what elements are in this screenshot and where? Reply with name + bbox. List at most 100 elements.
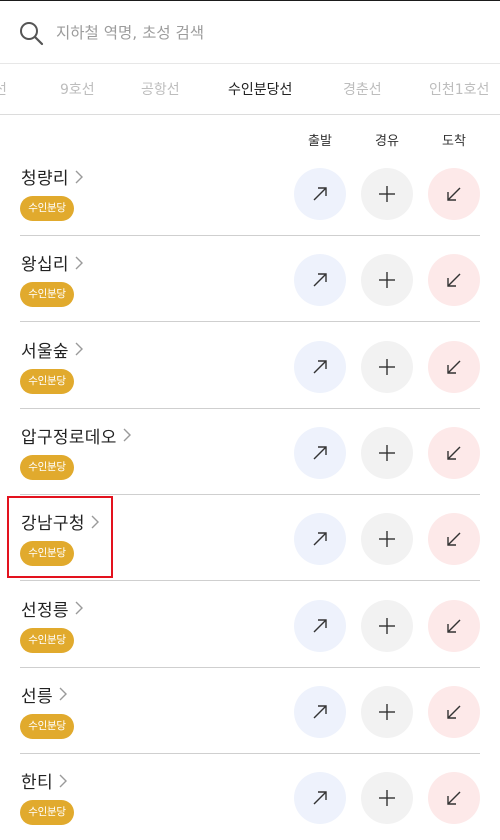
- chevron-right-icon: [59, 687, 67, 701]
- column-header-departure: 출발: [308, 134, 332, 149]
- tab-gyeongchun-line[interactable]: 경춘선: [343, 79, 382, 99]
- departure-button[interactable]: [294, 772, 346, 825]
- line-badge: 수인분당: [20, 541, 74, 567]
- arrival-button[interactable]: [428, 426, 480, 479]
- via-button[interactable]: [361, 513, 413, 566]
- station-name: 서울숲: [21, 341, 69, 362]
- column-header-arrival: 도착: [442, 134, 466, 149]
- arrival-button[interactable]: [428, 254, 480, 307]
- station-row: 강남구청수인분당: [0, 495, 500, 582]
- chevron-right-icon: [123, 428, 131, 442]
- tab-airport-line[interactable]: 공항선: [141, 79, 180, 99]
- arrow-down-left-icon: [447, 187, 461, 201]
- line-badge: 수인분당: [20, 368, 74, 394]
- tab-line-partial[interactable]: 선: [0, 79, 7, 99]
- station-name-link[interactable]: 강남구청: [21, 509, 100, 534]
- search-icon[interactable]: [18, 20, 44, 46]
- arrival-button[interactable]: [428, 772, 480, 825]
- via-button[interactable]: [361, 599, 413, 652]
- column-header-via: 경유: [375, 134, 399, 149]
- arrow-down-left-icon: [447, 705, 461, 719]
- arrow-down-left-icon: [447, 446, 461, 460]
- chevron-right-icon: [75, 170, 83, 183]
- arrow-up-right-icon: [313, 446, 327, 460]
- via-button[interactable]: [361, 772, 413, 825]
- station-row: 선정릉수인분당: [0, 582, 500, 668]
- via-button[interactable]: [361, 426, 413, 479]
- departure-button[interactable]: [294, 599, 346, 652]
- chevron-right-icon: [91, 515, 99, 529]
- chevron-right-icon: [75, 342, 83, 356]
- station-row: 청량리수인분당: [0, 150, 500, 236]
- via-button[interactable]: [361, 254, 413, 307]
- station-name: 선릉: [21, 686, 53, 707]
- station-name: 압구정로데오: [21, 427, 117, 448]
- line-badge: 수인분당: [20, 454, 74, 480]
- station-name: 청량리: [21, 169, 69, 189]
- line-badge: 수인분당: [20, 196, 74, 221]
- station-name: 왕십리: [21, 255, 69, 276]
- tab-line-9[interactable]: 9호선: [60, 79, 95, 99]
- station-name: 한티: [21, 773, 53, 794]
- plus-icon: [379, 531, 395, 548]
- arrow-up-right-icon: [313, 187, 327, 201]
- station-name-link[interactable]: 청량리: [21, 164, 84, 189]
- plus-icon: [379, 617, 395, 634]
- via-button[interactable]: [361, 340, 413, 393]
- station-name-link[interactable]: 서울숲: [21, 337, 84, 362]
- plus-icon: [379, 358, 395, 375]
- line-badge: 수인분당: [20, 282, 74, 308]
- station-name-link[interactable]: 한티: [21, 768, 68, 793]
- arrow-down-left-icon: [447, 360, 461, 374]
- arrow-up-right-icon: [313, 791, 327, 805]
- arrival-button[interactable]: [428, 685, 480, 738]
- arrow-down-left-icon: [447, 532, 461, 546]
- plus-icon: [379, 272, 395, 289]
- departure-button[interactable]: [294, 685, 346, 738]
- plus-icon: [379, 703, 395, 720]
- search-bar: [0, 1, 500, 64]
- departure-button[interactable]: [294, 168, 346, 220]
- tab-suin-bundang-line[interactable]: 수인분당선: [228, 79, 292, 99]
- arrow-up-right-icon: [313, 359, 327, 374]
- chevron-right-icon: [75, 256, 83, 270]
- arrival-button[interactable]: [428, 168, 480, 220]
- plus-icon: [379, 790, 395, 807]
- station-name: 선정릉: [21, 600, 69, 621]
- arrival-button[interactable]: [428, 340, 480, 393]
- station-name-link[interactable]: 압구정로데오: [21, 423, 132, 448]
- station-row: 압구정로데오수인분당: [0, 409, 500, 495]
- station-name-link[interactable]: 선정릉: [21, 596, 84, 621]
- plus-icon: [379, 186, 395, 202]
- arrow-up-right-icon: [313, 705, 327, 719]
- via-button[interactable]: [361, 168, 413, 220]
- line-tabs: 선 9호선 공항선 수인분당선 경춘선 인천1호선: [0, 64, 500, 115]
- departure-button[interactable]: [294, 513, 346, 566]
- arrival-button[interactable]: [428, 599, 480, 652]
- station-name-link[interactable]: 왕십리: [21, 250, 84, 275]
- station-row: 서울숲수인분당: [0, 323, 500, 409]
- departure-button[interactable]: [294, 426, 346, 479]
- station-row: 선릉수인분당: [0, 668, 500, 754]
- departure-button[interactable]: [294, 340, 346, 393]
- station-name-link[interactable]: 선릉: [21, 682, 68, 707]
- via-button[interactable]: [361, 685, 413, 738]
- arrow-up-right-icon: [313, 273, 327, 287]
- arrival-button[interactable]: [428, 513, 480, 566]
- arrow-up-right-icon: [313, 532, 327, 546]
- search-input[interactable]: [56, 20, 476, 46]
- line-badge: 수인분당: [20, 627, 74, 653]
- plus-icon: [379, 444, 395, 461]
- tab-incheon-line-1[interactable]: 인천1호선: [429, 79, 489, 99]
- line-badge: 수인분당: [20, 713, 74, 739]
- chevron-right-icon: [75, 601, 83, 615]
- arrow-up-right-icon: [313, 618, 327, 632]
- station-name: 강남구청: [21, 514, 85, 535]
- arrow-down-left-icon: [447, 791, 461, 805]
- arrow-down-left-icon: [447, 619, 461, 633]
- station-row: 한티 수인분당: [0, 754, 500, 840]
- departure-button[interactable]: [294, 254, 346, 307]
- chevron-right-icon: [59, 774, 67, 788]
- arrow-down-left-icon: [447, 273, 461, 287]
- station-row: 왕십리수인분당: [0, 236, 500, 323]
